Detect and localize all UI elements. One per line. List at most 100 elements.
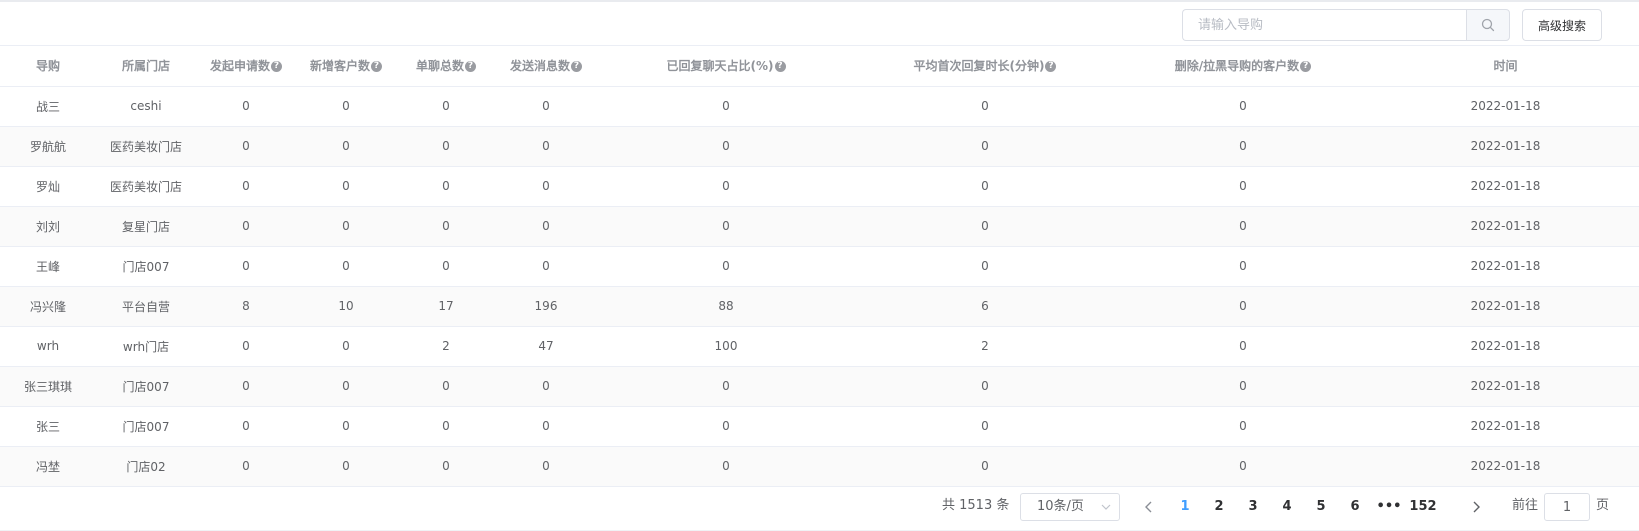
page-size-value: 10条/页 [1037, 499, 1084, 514]
column-header-label: 发起申请数 [209, 59, 270, 74]
new-customers-cell: 0 [296, 246, 396, 287]
prev-page-button[interactable] [1135, 493, 1163, 521]
guide-name-cell: 冯兴隆 [0, 286, 96, 327]
date-cell: 2022-01-18 [1372, 446, 1639, 487]
date-cell: 2022-01-18 [1372, 406, 1639, 447]
single-chats-cell: 0 [396, 246, 496, 287]
messages-sent-cell: 0 [496, 86, 596, 127]
page-number-button[interactable]: 152 [1408, 493, 1438, 521]
next-page-button[interactable] [1462, 493, 1490, 521]
applications-cell: 0 [196, 86, 296, 127]
search-box [1182, 9, 1510, 41]
question-circle-icon[interactable]: ? [1045, 61, 1057, 73]
date-cell: 2022-01-18 [1372, 86, 1639, 127]
search-input[interactable] [1182, 9, 1466, 41]
new-customers-cell: 0 [296, 206, 396, 247]
reply-ratio-cell: 0 [596, 206, 856, 247]
messages-sent-cell: 0 [496, 126, 596, 167]
page-number-button[interactable]: 2 [1204, 493, 1234, 521]
applications-cell: 0 [196, 246, 296, 287]
chevron-right-icon [1473, 501, 1480, 513]
column-header-label: 时间 [1493, 59, 1518, 74]
store-cell: 门店02 [96, 446, 196, 487]
first-reply-time-cell: 0 [856, 246, 1114, 287]
new-customers-cell: 0 [296, 366, 396, 407]
table-body: 战三 ceshi 0 0 0 0 0 0 0 2022-01-18 罗航航 医药美妆门店 0 0 0 0 0 0 0… [0, 86, 1639, 487]
single-chats-cell: 0 [396, 406, 496, 447]
page-number-button[interactable]: 1 [1170, 493, 1200, 521]
question-circle-icon[interactable]: ? [774, 61, 786, 73]
messages-sent-cell: 0 [496, 166, 596, 207]
column-header-label: 发送消息数 [509, 59, 570, 74]
page-number-button[interactable]: 6 [1340, 493, 1370, 521]
pagination: 共 1513 条 10条/页 123456•••152 前往 页 [0, 486, 1639, 526]
question-circle-icon[interactable]: ? [571, 61, 582, 73]
store-cell: 医药美妆门店 [96, 166, 196, 207]
more-pages-button[interactable]: ••• [1374, 493, 1404, 521]
store-cell: wrh门店 [96, 326, 196, 367]
question-circle-icon[interactable]: ? [465, 61, 476, 73]
reply-ratio-cell: 0 [596, 246, 856, 287]
new-customers-cell: 0 [296, 86, 396, 127]
single-chats-cell: 17 [396, 286, 496, 327]
table-row: 冯兴隆 平台自营 8 10 17 196 88 6 0 2022-01-18 [0, 286, 1639, 327]
messages-sent-cell: 0 [496, 246, 596, 287]
column-header-label: 删除/拉黑导购的客户数 [1174, 59, 1300, 74]
column-header-label: 单聊总数 [415, 59, 464, 74]
store-cell: 门店007 [96, 246, 196, 287]
first-reply-time-cell: 0 [856, 446, 1114, 487]
column-header: 所属门店 [96, 46, 196, 87]
guide-name-cell: 战三 [0, 86, 96, 127]
chevron-down-icon [1101, 494, 1111, 531]
deleted-customers-cell: 0 [1114, 446, 1372, 487]
page-number-button[interactable]: 3 [1238, 493, 1268, 521]
column-header-label: 平均首次回复时长(分钟) [913, 59, 1045, 74]
applications-cell: 0 [196, 446, 296, 487]
deleted-customers-cell: 0 [1114, 246, 1372, 287]
page-number-button[interactable]: 5 [1306, 493, 1336, 521]
single-chats-cell: 0 [396, 86, 496, 127]
new-customers-cell: 0 [296, 326, 396, 367]
goto-page-input[interactable] [1544, 493, 1590, 521]
reply-ratio-cell: 0 [596, 366, 856, 407]
deleted-customers-cell: 0 [1114, 86, 1372, 127]
question-circle-icon[interactable]: ? [271, 61, 282, 73]
deleted-customers-cell: 0 [1114, 366, 1372, 407]
search-button[interactable] [1466, 9, 1510, 41]
table-row: 张三琪琪 门店007 0 0 0 0 0 0 0 2022-01-18 [0, 366, 1639, 407]
table-row: 张三 门店007 0 0 0 0 0 0 0 2022-01-18 [0, 406, 1639, 447]
messages-sent-cell: 0 [496, 446, 596, 487]
question-circle-icon[interactable]: ? [371, 61, 382, 73]
single-chats-cell: 0 [396, 366, 496, 407]
first-reply-time-cell: 0 [856, 366, 1114, 407]
guide-name-cell: 刘刘 [0, 206, 96, 247]
applications-cell: 8 [196, 286, 296, 327]
advanced-search-button[interactable]: 高级搜索 [1522, 9, 1602, 41]
first-reply-time-cell: 0 [856, 86, 1114, 127]
total-count: 共 1513 条 [942, 498, 1010, 513]
messages-sent-cell: 0 [496, 406, 596, 447]
store-cell: 平台自营 [96, 286, 196, 327]
deleted-customers-cell: 0 [1114, 166, 1372, 207]
table-row: 刘刘 复星门店 0 0 0 0 0 0 0 2022-01-18 [0, 206, 1639, 247]
store-cell: 复星门店 [96, 206, 196, 247]
deleted-customers-cell: 0 [1114, 286, 1372, 327]
applications-cell: 0 [196, 366, 296, 407]
data-table: 导购 所属门店 发起申请数? 新增客户数? 单聊总数? 发送消息数? 已回复聊天… [0, 46, 1639, 487]
deleted-customers-cell: 0 [1114, 206, 1372, 247]
first-reply-time-cell: 0 [856, 126, 1114, 167]
reply-ratio-cell: 0 [596, 126, 856, 167]
column-header-label: 新增客户数 [309, 59, 370, 74]
column-header: 导购 [0, 46, 96, 87]
first-reply-time-cell: 0 [856, 166, 1114, 207]
page-number-button[interactable]: 4 [1272, 493, 1302, 521]
date-cell: 2022-01-18 [1372, 326, 1639, 367]
table-row: wrh wrh门店 0 0 2 47 100 2 0 2022-01-18 [0, 326, 1639, 367]
column-header-label: 已回复聊天占比(%) [666, 59, 774, 74]
page-size-select[interactable]: 10条/页 [1020, 493, 1120, 521]
guide-name-cell: 罗航航 [0, 126, 96, 167]
applications-cell: 0 [196, 166, 296, 207]
column-header-label: 导购 [35, 59, 60, 74]
first-reply-time-cell: 6 [856, 286, 1114, 327]
question-circle-icon[interactable]: ? [1300, 61, 1312, 73]
